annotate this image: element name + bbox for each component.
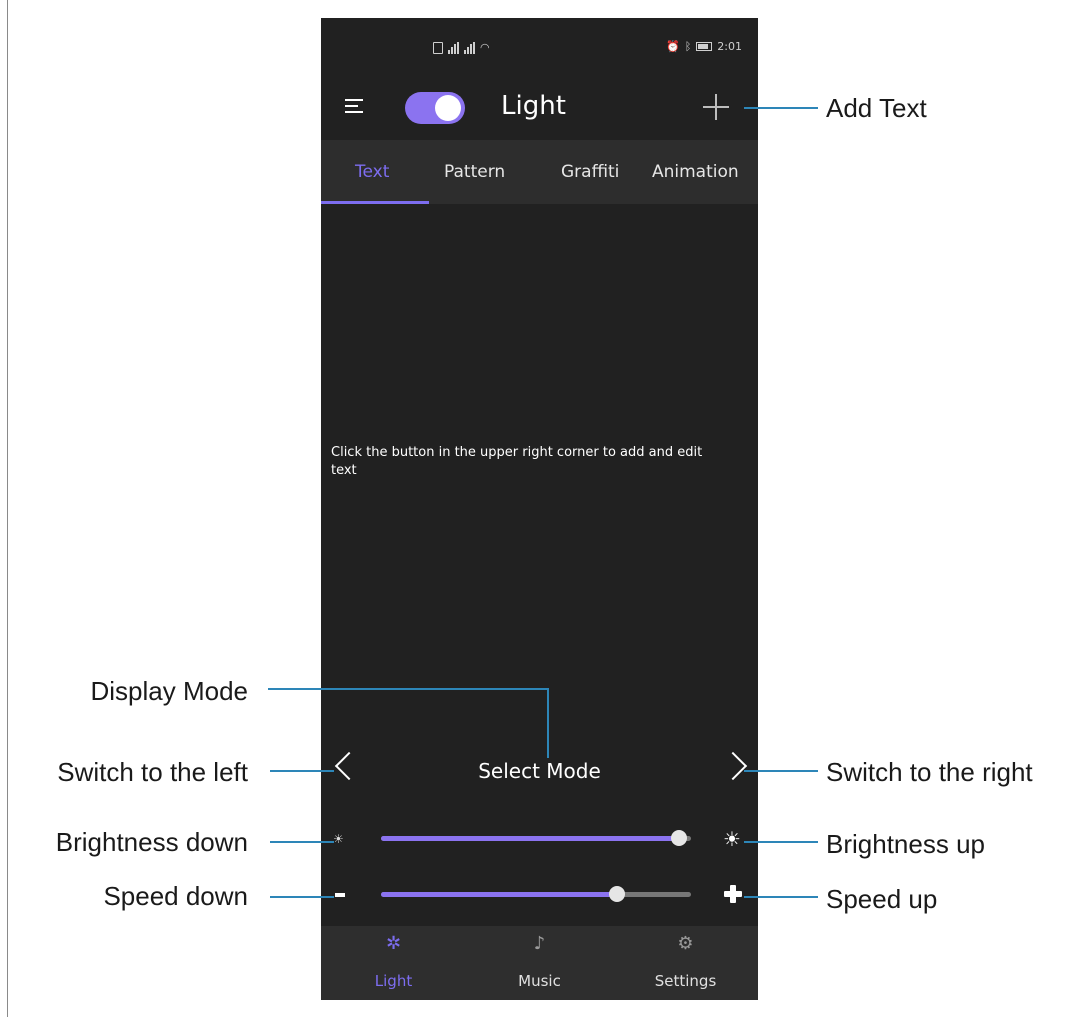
music-icon: ♪	[533, 933, 546, 954]
callout-line-speed-down	[270, 896, 334, 898]
nav-label: Music	[518, 972, 561, 990]
brightness-slider-thumb[interactable]	[670, 830, 687, 846]
battery-icon	[696, 42, 713, 51]
callout-line-switch-right	[744, 770, 818, 772]
callout-line-add-text	[744, 107, 818, 109]
annotation-brightness-up: Brightness up	[826, 829, 985, 859]
menu-icon[interactable]	[345, 98, 363, 114]
power-toggle[interactable]	[405, 92, 465, 124]
callout-line-display-mode-drop	[547, 688, 549, 758]
mode-label[interactable]: Select Mode	[321, 759, 758, 783]
annotation-speed-down: Speed down	[103, 881, 248, 911]
mode-selector: Select Mode	[321, 748, 758, 792]
status-time: 2:01	[717, 40, 742, 53]
status-bar: ◠ ⏰ ᛒ 2:01	[321, 18, 758, 78]
nav-label: Light	[374, 972, 413, 990]
light-icon: ✲	[385, 933, 402, 954]
app-bar: Light	[321, 78, 758, 140]
speed-slider[interactable]	[381, 886, 691, 902]
phone-screen: ◠ ⏰ ᛒ 2:01 Light Text Pattern Graffiti A…	[321, 18, 758, 1000]
speed-down-icon[interactable]	[335, 893, 345, 897]
speed-slider-thumb[interactable]	[608, 886, 625, 902]
nav-label: Settings	[654, 972, 717, 990]
empty-state-hint: Click the button in the upper right corn…	[331, 445, 703, 478]
nav-light[interactable]: ✲ Light	[321, 926, 466, 1000]
speed-row	[321, 880, 758, 910]
tab-animation[interactable]: Animation	[652, 162, 739, 182]
tab-graffiti[interactable]: Graffiti	[561, 162, 619, 182]
annotation-display-mode: Display Mode	[90, 676, 248, 706]
bluetooth-icon: ᛒ	[684, 40, 692, 53]
signal-icon	[448, 42, 459, 54]
sim-icon	[433, 42, 443, 54]
callout-line-brightness-up	[744, 841, 818, 843]
speed-up-icon[interactable]	[724, 885, 742, 903]
brightness-slider-fill	[381, 836, 679, 841]
callout-line-speed-up	[744, 896, 818, 898]
callout-line-display-mode	[268, 688, 549, 690]
callout-line-switch-left	[270, 770, 334, 772]
annotation-add-text: Add Text	[826, 93, 927, 123]
toggle-knob	[435, 95, 461, 121]
annotation-switch-left: Switch to the left	[57, 757, 248, 787]
page-title: Light	[501, 91, 566, 121]
status-indicators-right: ⏰ ᛒ 2:01	[666, 40, 742, 53]
tab-bar: Text Pattern Graffiti Animation	[321, 140, 758, 204]
tab-indicator	[321, 201, 429, 204]
status-indicators-left: ◠	[433, 38, 490, 54]
brightness-row: ☀ ☀	[321, 824, 758, 854]
bottom-nav: ✲ Light ♪ Music ⚙ Settings	[321, 926, 758, 1000]
alarm-icon: ⏰	[665, 40, 680, 53]
brightness-down-icon[interactable]: ☀	[333, 832, 344, 846]
brightness-slider[interactable]	[381, 830, 691, 846]
callout-line-brightness-down	[270, 841, 334, 843]
nav-music[interactable]: ♪ Music	[467, 926, 612, 1000]
settings-icon: ⚙	[677, 933, 694, 954]
tab-pattern[interactable]: Pattern	[444, 162, 505, 182]
annotation-speed-up: Speed up	[826, 884, 938, 914]
brightness-up-icon[interactable]: ☀	[723, 827, 741, 851]
signal-icon	[464, 42, 475, 54]
page-margin-rule	[7, 0, 8, 1017]
annotation-switch-right: Switch to the right	[826, 757, 1033, 787]
annotation-brightness-down: Brightness down	[55, 827, 248, 857]
add-icon[interactable]	[703, 94, 729, 120]
wifi-icon: ◠	[480, 41, 490, 54]
speed-slider-fill	[381, 892, 617, 897]
nav-settings[interactable]: ⚙ Settings	[613, 926, 758, 1000]
tab-text[interactable]: Text	[355, 162, 389, 182]
